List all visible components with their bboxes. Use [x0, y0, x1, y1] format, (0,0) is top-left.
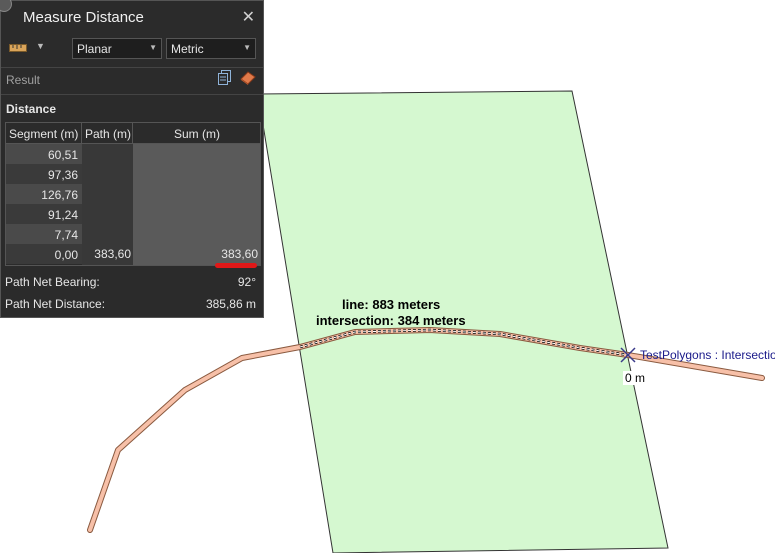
table-row[interactable]: 91,24 — [6, 204, 82, 224]
column-header-sum[interactable]: Sum (m) — [133, 123, 260, 144]
divider — [1, 94, 263, 95]
intersection-length-label: intersection: 384 meters — [316, 313, 466, 328]
planar-select[interactable]: Planar ▼ — [72, 38, 162, 59]
chevron-down-icon: ▼ — [243, 43, 251, 52]
table-row[interactable]: 7,74 — [6, 224, 82, 244]
panel-title: Measure Distance — [23, 9, 144, 26]
chevron-down-icon: ▼ — [149, 43, 157, 52]
copy-icon[interactable] — [217, 70, 233, 86]
column-header-path[interactable]: Path (m) — [82, 123, 133, 144]
divider — [1, 67, 263, 68]
line-length-label: line: 883 meters — [342, 297, 441, 312]
panel-pin-icon[interactable] — [0, 0, 12, 12]
metric-select-value: Metric — [171, 42, 204, 56]
bearing-value: 92° — [237, 275, 256, 289]
red-underline-annotation — [215, 263, 257, 268]
path-total-value: 383,60 — [94, 247, 131, 261]
measure-distance-panel: Measure Distance ✕ ▼ Planar ▼ Metric ▼ R… — [0, 0, 264, 318]
result-heading: Result — [6, 73, 41, 87]
metric-select[interactable]: Metric ▼ — [166, 38, 256, 59]
bearing-label: Path Net Bearing: — [5, 275, 100, 289]
zero-distance-label: 0 m — [623, 371, 648, 385]
eraser-icon[interactable] — [239, 70, 257, 86]
table-row[interactable]: 126,76 — [6, 184, 82, 204]
table-row[interactable]: 60,51 — [6, 144, 82, 164]
ruler-icon[interactable] — [9, 42, 27, 54]
close-icon[interactable]: ✕ — [242, 7, 255, 27]
net-distance-label: Path Net Distance: — [5, 297, 106, 311]
distance-heading: Distance — [6, 102, 57, 116]
net-distance-value: 385,86 m — [205, 297, 256, 311]
column-header-segment[interactable]: Segment (m) — [6, 123, 82, 144]
planar-select-value: Planar — [77, 42, 112, 56]
table-row[interactable]: 0,00 — [6, 244, 82, 264]
chevron-down-icon[interactable]: ▼ — [36, 41, 45, 51]
sum-total-value: 383,60 — [221, 247, 258, 261]
distance-table[interactable]: Segment (m) Path (m) Sum (m) 60,51 97,36… — [5, 122, 261, 266]
table-row[interactable]: 97,36 — [6, 164, 82, 184]
polygon-intersection-label: TestPolygons : Intersectio — [640, 348, 775, 362]
